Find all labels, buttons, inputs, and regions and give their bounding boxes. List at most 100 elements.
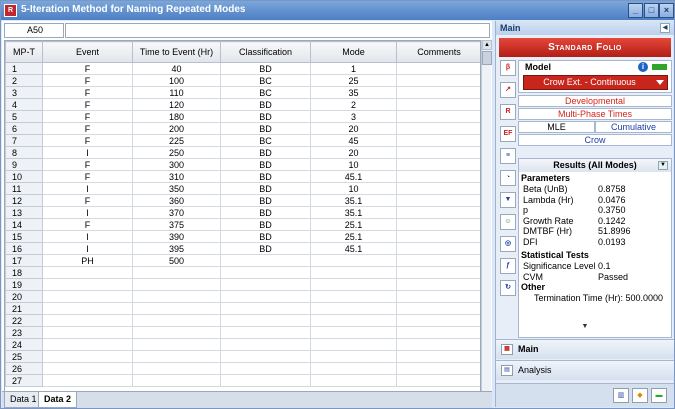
classification-cell[interactable]: BD — [220, 182, 311, 195]
mode-cell[interactable]: 35.1 — [310, 206, 397, 219]
mode-cell[interactable] — [310, 302, 397, 315]
classification-cell[interactable] — [220, 374, 311, 387]
mode-cell[interactable]: 10 — [310, 182, 397, 195]
row-number[interactable]: 7 — [5, 134, 43, 147]
table-row[interactable]: 1 F 40 BD 1 — [5, 62, 480, 75]
comments-cell[interactable] — [396, 242, 480, 255]
row-number[interactable]: 11 — [5, 182, 43, 195]
event-cell[interactable]: F — [42, 134, 133, 147]
classification-cell[interactable]: BD — [220, 98, 311, 111]
mode-cell[interactable] — [310, 338, 397, 351]
row-number[interactable]: 9 — [5, 158, 43, 171]
classification-cell[interactable] — [220, 302, 311, 315]
comments-cell[interactable] — [396, 374, 480, 387]
info-icon[interactable]: i — [638, 62, 648, 72]
comments-cell[interactable] — [396, 362, 480, 375]
table-row[interactable]: 17 PH 500 — [5, 254, 480, 267]
panel-splitter[interactable]: ▼ — [496, 323, 674, 331]
ef-icon[interactable]: EF — [500, 126, 516, 142]
event-cell[interactable] — [42, 338, 133, 351]
comments-cell[interactable] — [396, 158, 480, 171]
time-cell[interactable] — [132, 278, 221, 291]
mode-cell[interactable]: 25 — [310, 74, 397, 87]
comments-cell[interactable] — [396, 206, 480, 219]
mode-cell[interactable] — [310, 326, 397, 339]
event-cell[interactable]: F — [42, 122, 133, 135]
event-cell[interactable]: I — [42, 206, 133, 219]
row-number[interactable]: 3 — [5, 86, 43, 99]
time-cell[interactable]: 390 — [132, 230, 221, 243]
mode-cell[interactable] — [310, 374, 397, 387]
maximize-button[interactable]: □ — [644, 3, 659, 18]
event-cell[interactable] — [42, 374, 133, 387]
time-cell[interactable] — [132, 314, 221, 327]
classification-cell[interactable]: BD — [220, 110, 311, 123]
event-cell[interactable]: F — [42, 194, 133, 207]
time-cell[interactable]: 360 — [132, 194, 221, 207]
vertical-scrollbar[interactable]: ▲ — [481, 40, 492, 407]
event-cell[interactable]: F — [42, 158, 133, 171]
classification-cell[interactable]: BC — [220, 134, 311, 147]
row-number[interactable]: 16 — [5, 242, 43, 255]
row-number[interactable]: 21 — [5, 302, 43, 315]
time-cell[interactable]: 40 — [132, 62, 221, 75]
classification-cell[interactable] — [220, 338, 311, 351]
time-cell[interactable]: 375 — [132, 218, 221, 231]
table-row[interactable]: 24 — [5, 338, 480, 351]
row-number[interactable]: 2 — [5, 74, 43, 87]
comments-cell[interactable] — [396, 278, 480, 291]
formula-bar[interactable] — [65, 23, 490, 38]
time-cell[interactable] — [132, 350, 221, 363]
groups-icon[interactable]: ☺ — [500, 214, 516, 230]
comments-cell[interactable] — [396, 230, 480, 243]
time-cell[interactable] — [132, 338, 221, 351]
table-row[interactable]: 23 — [5, 326, 480, 339]
classification-cell[interactable] — [220, 290, 311, 303]
calculate-icon[interactable]: β — [500, 60, 516, 76]
row-number[interactable]: 18 — [5, 266, 43, 279]
mode-cell[interactable]: 45.1 — [310, 170, 397, 183]
comments-cell[interactable] — [396, 134, 480, 147]
row-number[interactable]: 27 — [5, 374, 43, 387]
function-icon[interactable]: ƒ — [500, 258, 516, 274]
table-row[interactable]: 9 F 300 BD 10 — [5, 158, 480, 171]
classification-cell[interactable] — [220, 362, 311, 375]
column-header-mpt[interactable]: MP-T — [5, 41, 43, 63]
classification-cell[interactable]: BD — [220, 218, 311, 231]
comments-cell[interactable] — [396, 86, 480, 99]
event-cell[interactable] — [42, 326, 133, 339]
mode-cell[interactable]: 25.1 — [310, 218, 397, 231]
model-dropdown[interactable]: Crow Ext. - Continuous — [523, 75, 668, 90]
mode-cell[interactable]: 1 — [310, 62, 397, 75]
row-number[interactable]: 8 — [5, 146, 43, 159]
nav-main-button[interactable]: ▦ Main — [496, 339, 674, 359]
table-row[interactable]: 25 — [5, 350, 480, 363]
mode-cell[interactable] — [310, 350, 397, 363]
column-header-classification[interactable]: Classification — [220, 41, 311, 63]
event-cell[interactable] — [42, 314, 133, 327]
classification-cell[interactable]: BC — [220, 86, 311, 99]
row-number[interactable]: 22 — [5, 314, 43, 327]
row-number[interactable]: 19 — [5, 278, 43, 291]
classification-cell[interactable] — [220, 326, 311, 339]
table-row[interactable]: 12 F 360 BD 35.1 — [5, 194, 480, 207]
event-cell[interactable]: F — [42, 98, 133, 111]
column-header-time[interactable]: Time to Event (Hr) — [132, 41, 221, 63]
comments-cell[interactable] — [396, 74, 480, 87]
classification-cell[interactable] — [220, 314, 311, 327]
comments-cell[interactable] — [396, 350, 480, 363]
table-row[interactable]: 6 F 200 BD 20 — [5, 122, 480, 135]
classification-cell[interactable] — [220, 254, 311, 267]
time-cell[interactable]: 250 — [132, 146, 221, 159]
wizard-icon[interactable]: ◆ — [632, 388, 648, 403]
event-cell[interactable]: I — [42, 146, 133, 159]
event-cell[interactable] — [42, 278, 133, 291]
time-cell[interactable]: 500 — [132, 254, 221, 267]
classification-cell[interactable] — [220, 278, 311, 291]
row-number[interactable]: 5 — [5, 110, 43, 123]
table-row[interactable]: 5 F 180 BD 3 — [5, 110, 480, 123]
table-row[interactable]: 22 — [5, 314, 480, 327]
classification-cell[interactable]: BD — [220, 170, 311, 183]
classification-cell[interactable]: BD — [220, 230, 311, 243]
mode-cell[interactable] — [310, 254, 397, 267]
